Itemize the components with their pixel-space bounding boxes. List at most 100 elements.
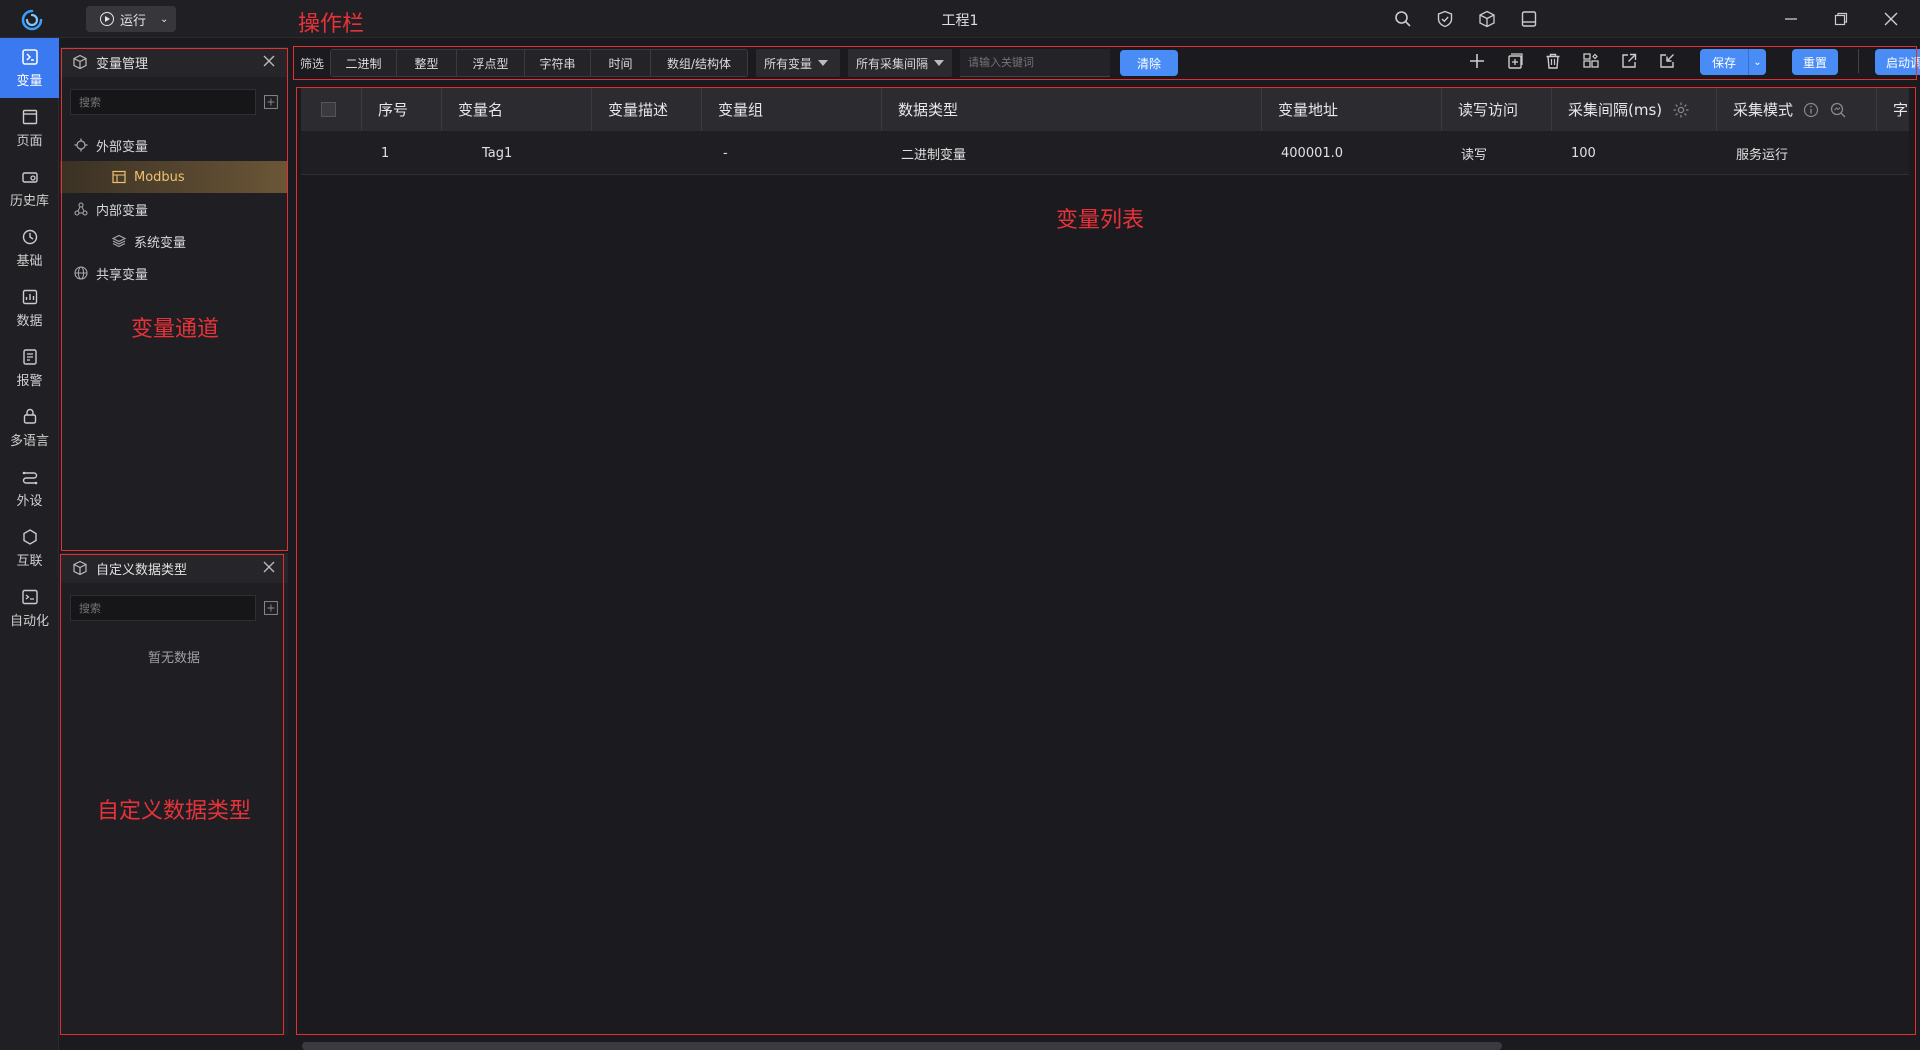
close-icon[interactable] xyxy=(1880,8,1902,30)
add-group-icon[interactable] xyxy=(1504,49,1526,73)
cell-type: 二进制变量 xyxy=(901,147,967,163)
info-icon[interactable] xyxy=(1803,102,1819,118)
clear-button[interactable]: 清除 xyxy=(1120,50,1178,76)
run-label: 运行 xyxy=(120,13,147,29)
filter-integer[interactable]: 整型 xyxy=(397,50,457,76)
run-button[interactable]: 运行 ⌄ xyxy=(86,6,176,32)
filter-float[interactable]: 浮点型 xyxy=(457,50,525,76)
gear-icon[interactable] xyxy=(1672,101,1690,119)
nav-item-variable[interactable]: 变量 xyxy=(0,38,59,98)
batch-icon[interactable] xyxy=(1580,49,1602,73)
app-logo-icon xyxy=(21,9,43,31)
nav-label: 自动化 xyxy=(9,613,49,629)
nav-item-peripheral[interactable]: 外设 xyxy=(0,458,59,518)
tree-item-external[interactable]: 外部变量 xyxy=(60,129,288,161)
header-interval[interactable]: 采集间隔(ms) xyxy=(1551,88,1716,131)
nav-label: 变量 xyxy=(16,73,43,89)
nav-item-automation[interactable]: 自动化 xyxy=(0,578,59,638)
all-intervals-select[interactable]: 所有采集间隔 xyxy=(848,49,952,77)
nav-item-data[interactable]: 数据 xyxy=(0,278,59,338)
header-label: 采集间隔(ms) xyxy=(1568,101,1663,119)
restore-icon[interactable] xyxy=(1830,8,1852,30)
cell-name: Tag1 xyxy=(482,145,513,161)
cube-icon[interactable] xyxy=(1476,8,1498,30)
custom-types-annotation: 自定义数据类型 xyxy=(97,799,252,824)
filter-binary[interactable]: 二进制 xyxy=(331,50,397,76)
add-icon[interactable] xyxy=(264,601,278,615)
minimize-icon[interactable] xyxy=(1780,8,1802,30)
custom-types-search-input[interactable] xyxy=(70,595,257,621)
header-name[interactable]: 变量名 xyxy=(441,88,591,131)
table-row[interactable]: 1 Tag1 - 二进制变量 400001.0 读写 100 服务运行 xyxy=(301,131,1909,175)
alarm-icon xyxy=(22,348,37,365)
add-icon[interactable] xyxy=(1466,49,1488,73)
var-manager-header: 变量管理 xyxy=(60,47,288,77)
cell-group: - xyxy=(723,145,728,161)
nodes-icon xyxy=(74,202,88,216)
layout-icon[interactable] xyxy=(1518,8,1540,30)
cell-interval: 100 xyxy=(1571,145,1596,161)
type-filter-group: 二进制 整型 浮点型 字符串 时间 数组/结构体 xyxy=(330,49,748,77)
tree-label: 共享变量 xyxy=(96,267,149,283)
add-icon[interactable] xyxy=(264,95,278,109)
header-group[interactable]: 变量组 xyxy=(701,88,881,131)
header-extra[interactable]: 字 xyxy=(1876,88,1909,131)
all-vars-select[interactable]: 所有变量 xyxy=(756,49,840,77)
shield-icon[interactable] xyxy=(1434,8,1456,30)
save-options-chevron-down-icon[interactable]: ⌄ xyxy=(1748,49,1766,75)
tree-item-modbus[interactable]: Modbus xyxy=(60,161,288,193)
table-header: 序号 变量名 变量描述 变量组 数据类型 变量地址 读写访问 采集间隔(ms) … xyxy=(301,88,1909,131)
start-debug-button[interactable]: 启动调试 xyxy=(1875,49,1920,75)
filter-string[interactable]: 字符串 xyxy=(525,50,591,76)
nav-item-history[interactable]: 历史库 xyxy=(0,158,59,218)
import-icon[interactable] xyxy=(1656,49,1678,73)
close-icon[interactable] xyxy=(262,560,276,574)
header-index[interactable]: 序号 xyxy=(361,88,441,131)
header-type[interactable]: 数据类型 xyxy=(881,88,1261,131)
cell-mode: 服务运行 xyxy=(1736,147,1789,163)
custom-types-panel: 自定义数据类型 暂无数据 自定义数据类型 xyxy=(60,553,288,1035)
nav-label: 基础 xyxy=(16,253,43,269)
variable-table: 序号 变量名 变量描述 变量组 数据类型 变量地址 读写访问 采集间隔(ms) … xyxy=(301,88,1909,175)
toolbar: 筛选 二进制 整型 浮点型 字符串 时间 数组/结构体 所有变量 所有采集间隔 … xyxy=(296,47,1920,79)
select-all-checkbox[interactable] xyxy=(321,102,336,117)
horizontal-scrollbar[interactable] xyxy=(302,1042,1502,1050)
header-access[interactable]: 读写访问 xyxy=(1441,88,1551,131)
custom-types-header: 自定义数据类型 xyxy=(60,553,288,583)
filter-label: 筛选 xyxy=(300,56,325,71)
left-nav: 变量 页面 历史库 基础 数据 报警 多语言 外设 互联 自动化 xyxy=(0,38,59,1050)
close-icon[interactable] xyxy=(262,54,276,68)
connect-icon xyxy=(22,528,37,545)
export-icon[interactable] xyxy=(1618,49,1640,73)
custom-types-title: 自定义数据类型 xyxy=(96,562,188,578)
nav-item-page[interactable]: 页面 xyxy=(0,98,59,158)
nav-item-connect[interactable]: 互联 xyxy=(0,518,59,578)
keyword-input[interactable] xyxy=(960,49,1110,77)
var-search-input[interactable] xyxy=(70,89,257,115)
nav-item-language[interactable]: 多语言 xyxy=(0,398,59,458)
header-address[interactable]: 变量地址 xyxy=(1261,88,1441,131)
header-mode[interactable]: 采集模式 xyxy=(1716,88,1876,131)
save-button[interactable]: 保存 xyxy=(1700,49,1748,75)
tree-item-shared[interactable]: 共享变量 xyxy=(60,257,288,289)
chevron-down-icon: ⌄ xyxy=(160,13,169,25)
tree-label: 内部变量 xyxy=(96,203,149,219)
search-icon[interactable] xyxy=(1392,8,1414,30)
select-all-cell xyxy=(301,88,361,131)
filter-array-struct[interactable]: 数组/结构体 xyxy=(651,50,747,76)
header-desc[interactable]: 变量描述 xyxy=(591,88,701,131)
tree-item-system[interactable]: 系统变量 xyxy=(60,225,288,257)
nav-item-alarm[interactable]: 报警 xyxy=(0,338,59,398)
list-annotation: 变量列表 xyxy=(1056,208,1145,233)
language-icon xyxy=(23,408,36,424)
nav-item-basic[interactable]: 基础 xyxy=(0,218,59,278)
select-value: 所有采集间隔 xyxy=(856,56,929,71)
delete-icon[interactable] xyxy=(1542,49,1564,73)
tree-item-internal[interactable]: 内部变量 xyxy=(60,193,288,225)
cube-icon xyxy=(73,560,87,576)
reset-button[interactable]: 重置 xyxy=(1792,49,1838,75)
search-filter-icon[interactable] xyxy=(1829,101,1847,119)
header-label: 序号 xyxy=(378,101,409,119)
basic-icon xyxy=(22,229,37,244)
filter-time[interactable]: 时间 xyxy=(591,50,651,76)
